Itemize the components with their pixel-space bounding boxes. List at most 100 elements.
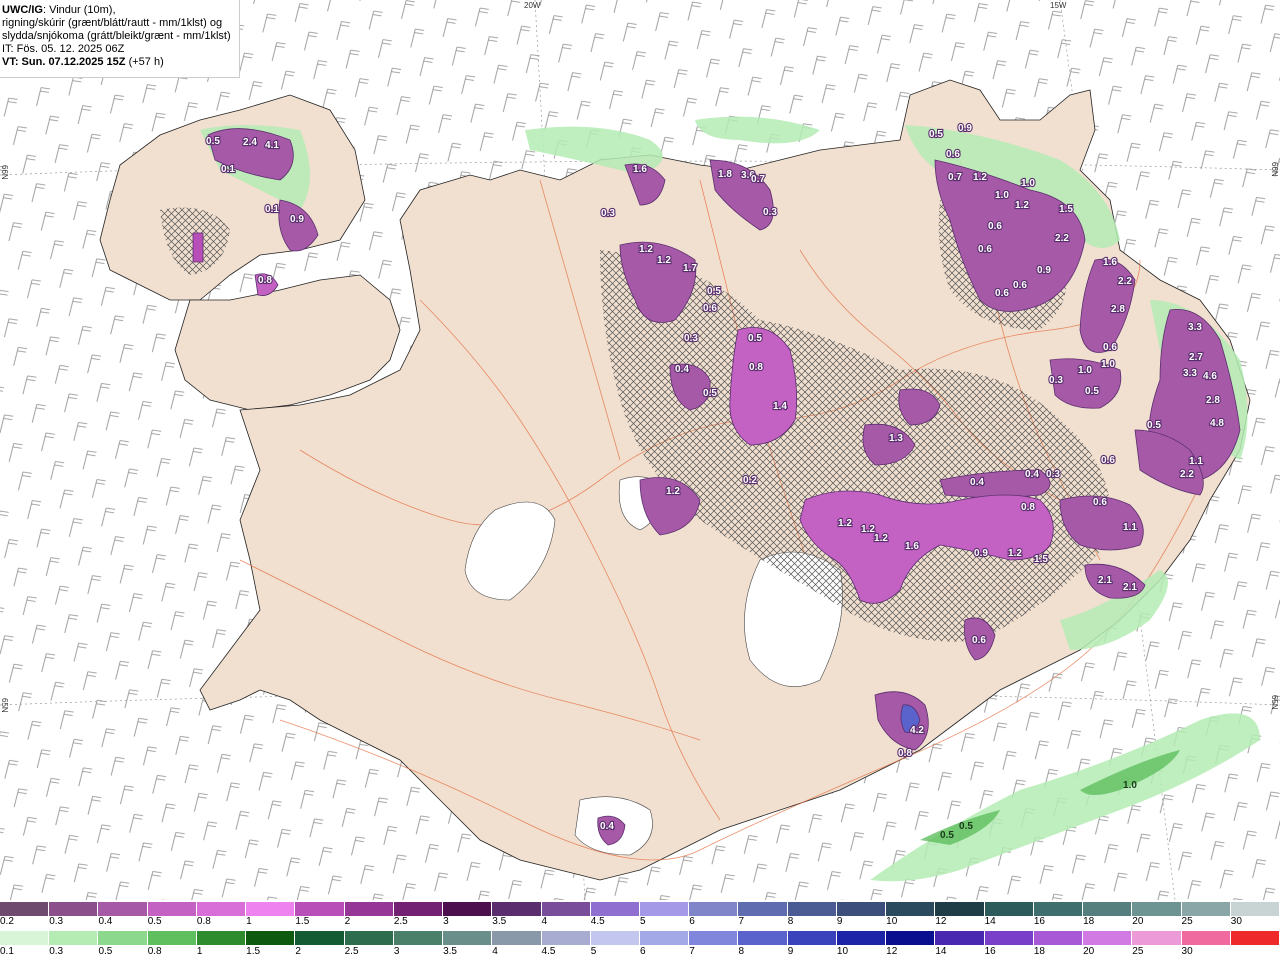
rain-color-swatch [935,931,985,945]
snow-tick-label: 7 [738,916,745,927]
map-info-box: UWC/IG: Vindur (10m), rigning/skúrir (gr… [0,0,240,78]
snow-value-label: 0.8 [1021,502,1035,513]
snow-value-label: 1.6 [905,541,919,552]
rain-color-swatch [738,931,788,945]
snow-value-label: 1.4 [773,401,787,412]
snow-color-swatch [443,902,493,916]
rain-value-label: 0.5 [940,830,954,841]
rain-tick-label: 2.5 [344,946,359,957]
rain-tick-label: 0.5 [98,946,113,957]
rain-color-swatch [1132,931,1182,945]
snow-value-label: 0.9 [958,123,972,134]
snow-color-swatch [1230,902,1280,916]
map-title-line: UWC/IG: Vindur (10m), [2,4,239,17]
lat-label-66n-left: 66N [0,165,9,180]
snow-tick-label: 1 [246,916,252,927]
rain-color-swatch [689,931,739,945]
snow-value-label: 1.5 [1034,554,1048,565]
rain-color-swatch [1181,931,1231,945]
snow-value-label: 3.3 [1188,322,1202,333]
snow-value-label: 0.3 [601,208,615,219]
snow-value-label: 0.5 [703,388,717,399]
snow-value-label: 1.2 [874,533,888,544]
rain-color-swatch [344,931,394,945]
snow-value-label: 1.3 [889,433,903,444]
snow-value-label: 0.6 [1103,342,1117,353]
snow-value-label: 0.4 [675,364,689,375]
rain-tick-label: 1 [196,946,203,957]
snow-value-label: 0.9 [974,548,988,559]
snow-color-swatch [98,902,148,916]
snow-color-swatch [49,902,99,916]
rain-tick-label: 1.5 [246,946,261,957]
snow-value-label: 0.4 [600,821,614,832]
snow-value-label: 1.1 [1189,456,1203,467]
snow-color-swatch [1132,902,1182,916]
snow-value-label: 0.8 [749,362,763,373]
initial-time: IT: Fös. 05. 12. 2025 06Z [2,43,125,55]
snow-tick-label: 0.5 [147,916,162,927]
snow-tick-label: 0.2 [0,916,14,927]
rain-tick-label: 5 [590,946,597,957]
snow-value-label: 4.1 [265,140,279,151]
rain-color-swatch [49,931,99,945]
map-title-rest: : Vindur (10m), [42,4,116,16]
snow-tick-label: 5 [640,916,646,927]
snow-value-label: 0.3 [763,207,777,218]
rain-tick-label: 3.5 [443,946,457,957]
snow-value-label: 0.8 [258,275,272,286]
snow-tick-label: 30 [1230,916,1242,927]
rain-color-swatch [246,931,296,945]
snow-value-label: 2.2 [1180,469,1194,480]
snow-value-label: 1.2 [838,518,852,529]
snow-tick-label: 18 [1083,916,1095,927]
snow-value-label: 0.5 [748,333,762,344]
snow-value-label: 2.8 [1206,395,1220,406]
map-subtitle-rain: rigning/skúrir (grænt/blátt/rautt - mm/1… [2,17,223,29]
snow-value-label: 0.3 [684,333,698,344]
snow-value-label: 1.2 [973,172,987,183]
rain-color-swatch [1083,931,1133,945]
snow-color-swatch [541,902,591,916]
snow-tick-label: 8 [787,916,794,927]
snow-color-swatch [147,902,197,916]
snow-value-label: 2.2 [1055,233,1069,244]
snow-tick-label: 3 [443,916,449,927]
snow-value-label: 0.6 [972,635,986,646]
snow-value-label: 0.5 [707,286,721,297]
snow-value-label: 0.7 [948,172,962,183]
snow-value-label: 4.6 [1203,371,1217,382]
rain-tick-label: 6 [640,946,646,957]
snow-value-label: 0.6 [1093,497,1107,508]
snow-color-swatch [738,902,788,916]
snow-value-label: 0.4 [970,477,984,488]
snow-value-label: 0.2 [743,475,757,486]
map-title: UWC/IG [2,4,43,16]
snow-value-label: 4.8 [1210,418,1224,429]
rain-tick-label: 30 [1181,946,1193,957]
snow-color-swatch [640,902,690,916]
snow-value-label: 1.7 [683,263,697,274]
snow-legend: 0.2 0.3 0.4 0.5 0.8 1 1.5 2 2.5 3 3.5 4 4.5 5 6 7 8 9 10 12… [0,901,1280,931]
snow-value-label: 1.2 [657,255,671,266]
snow-tick-label: 0.3 [49,916,64,927]
snow-value-label: 0.6 [1013,280,1027,291]
snow-color-swatch [1181,902,1231,916]
snow-colorbar [0,902,1280,916]
snow-value-label: 1.2 [639,244,653,255]
snow-value-label: 0.4 [1025,469,1039,480]
rain-tick-label: 0.8 [147,946,162,957]
snow-value-label: 1.2 [1015,200,1029,211]
rain-color-swatch [541,931,591,945]
snow-value-label: 0.9 [290,214,304,225]
snow-tick-label: 14 [984,916,996,927]
snow-value-label: 2.4 [243,137,257,148]
snow-tick-label: 20 [1132,916,1144,927]
rain-tick-label: 7 [689,946,695,957]
snow-value-label: 0.1 [265,204,279,215]
rain-tick-label: 10 [836,946,849,957]
snow-color-swatch [0,902,50,916]
snow-value-label: 2.2 [1118,276,1132,287]
snow-value-label: 0.8 [898,748,912,759]
rain-color-swatch [640,931,690,945]
